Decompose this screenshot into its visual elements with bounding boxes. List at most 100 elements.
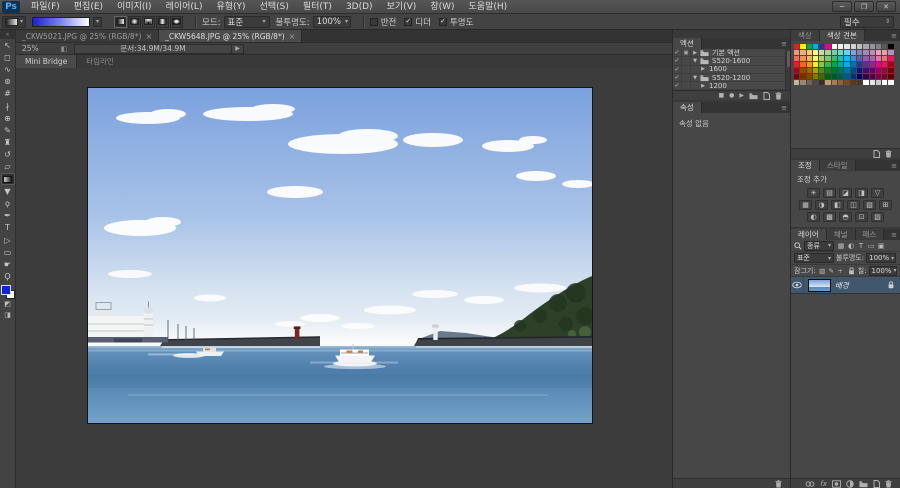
color-swatch[interactable] xyxy=(844,62,849,67)
color-swatch[interactable] xyxy=(863,80,868,85)
menu-item[interactable]: 도움말(H) xyxy=(463,0,514,14)
color-swatch[interactable] xyxy=(876,80,881,85)
color-swatch[interactable] xyxy=(825,50,830,55)
color-swatch[interactable] xyxy=(825,62,830,67)
color-swatch[interactable] xyxy=(876,74,881,79)
color-swatch[interactable] xyxy=(844,50,849,55)
menu-item[interactable]: 3D(D) xyxy=(340,0,379,14)
layer-style-fx-icon[interactable]: fx xyxy=(820,480,827,488)
filter-adjustment-icon[interactable]: ◐ xyxy=(846,242,856,250)
color-swatch[interactable] xyxy=(863,50,868,55)
stop-icon[interactable]: ■ xyxy=(718,92,724,99)
color-swatch[interactable] xyxy=(857,44,862,49)
color-swatch[interactable] xyxy=(863,74,868,79)
color-swatch[interactable] xyxy=(870,44,875,49)
tab-properties[interactable]: 속성 xyxy=(673,102,702,113)
color-swatch[interactable] xyxy=(870,50,875,55)
bottom-tab[interactable]: 타임라인 xyxy=(77,55,123,68)
history-brush-tool[interactable]: ↺ xyxy=(1,149,15,161)
zoom-level[interactable]: 25% xyxy=(16,44,54,53)
curves-icon[interactable]: ◪ xyxy=(839,188,852,198)
color-swatch[interactable] xyxy=(876,56,881,61)
lock-paint-icon[interactable]: ✎ xyxy=(827,267,836,275)
visibility-eye-icon[interactable] xyxy=(791,277,804,293)
play-icon[interactable]: ▶ xyxy=(739,92,744,99)
canvas-pasteboard[interactable]: 25% ◧ 문서:34.9M/34.9M ▶ Mini Bridge타임라인 xyxy=(16,42,672,488)
color-swatch[interactable] xyxy=(838,68,843,73)
color-swatch[interactable] xyxy=(838,44,843,49)
dither-checkbox[interactable]: ✓디더 xyxy=(404,16,431,28)
lock-transparency-icon[interactable]: ▨ xyxy=(818,267,827,275)
tab-color[interactable]: 색상 xyxy=(791,30,820,41)
color-swatch[interactable] xyxy=(876,50,881,55)
status-options-arrow[interactable]: ▶ xyxy=(232,44,244,54)
color-balance-icon[interactable]: ◑ xyxy=(815,200,828,210)
color-swatch[interactable] xyxy=(870,68,875,73)
photo-filter-icon[interactable]: ◫ xyxy=(847,200,860,210)
lock-position-icon[interactable]: + xyxy=(836,267,845,275)
color-swatch[interactable] xyxy=(800,62,805,67)
color-swatch[interactable] xyxy=(838,62,843,67)
color-swatch[interactable] xyxy=(876,44,881,49)
bottom-tab[interactable]: Mini Bridge xyxy=(16,55,77,68)
dodge-tool[interactable]: ϙ xyxy=(1,197,15,209)
color-swatch[interactable] xyxy=(863,56,868,61)
expand-icon[interactable]: ▶ xyxy=(699,66,707,72)
color-swatch[interactable] xyxy=(876,68,881,73)
radial-gradient-button[interactable] xyxy=(128,16,141,28)
screen-mode-button[interactable]: ◨ xyxy=(1,310,15,321)
channel-mixer-icon[interactable]: ▧ xyxy=(863,200,876,210)
color-swatch[interactable] xyxy=(807,74,812,79)
color-swatch[interactable] xyxy=(844,68,849,73)
color-swatch[interactable] xyxy=(825,74,830,79)
color-swatch[interactable] xyxy=(825,80,830,85)
color-swatch[interactable] xyxy=(813,80,818,85)
menu-item[interactable]: 보기(V) xyxy=(381,0,423,14)
tab-styles[interactable]: 스타일 xyxy=(820,160,856,171)
color-swatch[interactable] xyxy=(838,50,843,55)
color-swatch[interactable] xyxy=(832,44,837,49)
color-swatch[interactable] xyxy=(832,62,837,67)
color-swatch[interactable] xyxy=(819,68,824,73)
close-button[interactable]: ✕ xyxy=(876,1,896,12)
color-swatch[interactable] xyxy=(870,74,875,79)
hand-tool[interactable]: ☛ xyxy=(1,258,15,270)
new-group-icon[interactable] xyxy=(859,480,868,488)
color-swatch[interactable] xyxy=(819,74,824,79)
foreground-color-swatch[interactable] xyxy=(1,285,11,295)
menu-item[interactable]: 이미지(I) xyxy=(111,0,158,14)
color-swatch[interactable] xyxy=(857,56,862,61)
expand-icon[interactable]: ▶ xyxy=(699,83,707,89)
gradient-map-icon[interactable]: ▨ xyxy=(871,212,884,222)
color-swatch[interactable] xyxy=(844,56,849,61)
brush-tool[interactable]: ✎ xyxy=(1,124,15,136)
collapse-tools-icon[interactable]: « xyxy=(0,30,15,39)
color-swatch[interactable] xyxy=(870,56,875,61)
color-swatch[interactable] xyxy=(832,50,837,55)
photo-canvas[interactable] xyxy=(87,87,593,424)
color-swatch[interactable] xyxy=(807,80,812,85)
action-row[interactable]: ✓▼S520-1600 xyxy=(673,57,790,65)
color-swatch[interactable] xyxy=(844,80,849,85)
color-swatch[interactable] xyxy=(857,80,862,85)
clone-stamp-tool[interactable]: ♜ xyxy=(1,137,15,149)
new-layer-icon[interactable] xyxy=(873,480,880,488)
color-swatch[interactable] xyxy=(857,74,862,79)
color-swatch[interactable] xyxy=(800,44,805,49)
color-swatch[interactable] xyxy=(813,62,818,67)
color-swatch[interactable] xyxy=(819,62,824,67)
color-swatch[interactable] xyxy=(819,44,824,49)
workspace-switcher[interactable]: 필수⇕ xyxy=(840,16,894,28)
filter-smart-object-icon[interactable]: ▣ xyxy=(876,242,886,250)
color-swatch[interactable] xyxy=(876,62,881,67)
color-swatch[interactable] xyxy=(888,56,893,61)
angle-gradient-button[interactable] xyxy=(142,16,155,28)
color-swatch[interactable] xyxy=(819,50,824,55)
color-lookup-icon[interactable]: ⊞ xyxy=(879,200,892,210)
menu-item[interactable]: 유형(Y) xyxy=(210,0,251,14)
color-swatch[interactable] xyxy=(844,74,849,79)
lock-all-icon[interactable] xyxy=(847,267,856,275)
black-white-icon[interactable]: ◧ xyxy=(831,200,844,210)
layer-mask-icon[interactable] xyxy=(832,480,841,488)
tool-preset-picker[interactable]: ▾ xyxy=(2,16,26,28)
